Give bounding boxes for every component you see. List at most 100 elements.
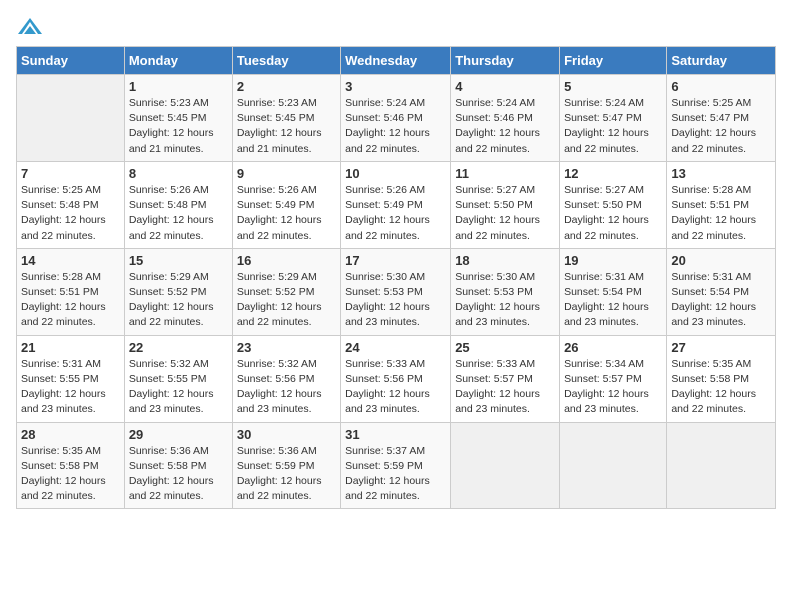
- calendar-cell: 2Sunrise: 5:23 AMSunset: 5:45 PMDaylight…: [232, 75, 340, 162]
- day-number: 28: [21, 427, 120, 442]
- calendar-cell: 14 Sunrise: 5:28 AMSunset: 5:51 PMDayligh…: [17, 248, 125, 335]
- day-number: 6: [671, 79, 771, 94]
- day-header: Saturday: [667, 47, 776, 75]
- calendar-cell: 31 Sunrise: 5:37 AMSunset: 5:59 PMDayligh…: [341, 422, 451, 509]
- calendar-cell: 11 Sunrise: 5:27 AMSunset: 5:50 PMDayligh…: [451, 161, 560, 248]
- day-number: 30: [237, 427, 336, 442]
- day-info: Sunrise: 5:25 AMSunset: 5:48 PMDaylight:…: [21, 183, 120, 244]
- day-info: Sunrise: 5:36 AMSunset: 5:59 PMDaylight:…: [237, 444, 336, 505]
- day-number: 25: [455, 340, 555, 355]
- day-info: Sunrise: 5:25 AMSunset: 5:47 PMDaylight:…: [671, 96, 771, 157]
- calendar-cell: 26 Sunrise: 5:34 AMSunset: 5:57 PMDayligh…: [560, 335, 667, 422]
- day-header: Wednesday: [341, 47, 451, 75]
- day-info: Sunrise: 5:27 AMSunset: 5:50 PMDaylight:…: [455, 183, 555, 244]
- calendar-cell: 28 Sunrise: 5:35 AMSunset: 5:58 PMDayligh…: [17, 422, 125, 509]
- day-info: Sunrise: 5:30 AMSunset: 5:53 PMDaylight:…: [455, 270, 555, 331]
- day-number: 20: [671, 253, 771, 268]
- calendar-cell: 13 Sunrise: 5:28 AMSunset: 5:51 PMDayligh…: [667, 161, 776, 248]
- calendar-cell: [560, 422, 667, 509]
- calendar-cell: 24 Sunrise: 5:33 AMSunset: 5:56 PMDayligh…: [341, 335, 451, 422]
- calendar-cell: 25 Sunrise: 5:33 AMSunset: 5:57 PMDayligh…: [451, 335, 560, 422]
- calendar-cell: [667, 422, 776, 509]
- calendar-cell: 27Sunrise: 5:35 AMSunset: 5:58 PMDayligh…: [667, 335, 776, 422]
- calendar-cell: 3Sunrise: 5:24 AMSunset: 5:46 PMDaylight…: [341, 75, 451, 162]
- day-header: Thursday: [451, 47, 560, 75]
- day-info: Sunrise: 5:23 AMSunset: 5:45 PMDaylight:…: [237, 96, 336, 157]
- day-info: Sunrise: 5:26 AMSunset: 5:48 PMDaylight:…: [129, 183, 228, 244]
- calendar-cell: 29Sunrise: 5:36 AMSunset: 5:58 PMDayligh…: [124, 422, 232, 509]
- day-info: Sunrise: 5:37 AMSunset: 5:59 PMDaylight:…: [345, 444, 446, 505]
- day-number: 19: [564, 253, 662, 268]
- day-number: 8: [129, 166, 228, 181]
- day-number: 4: [455, 79, 555, 94]
- day-number: 26: [564, 340, 662, 355]
- day-info: Sunrise: 5:35 AMSunset: 5:58 PMDaylight:…: [21, 444, 120, 505]
- day-info: Sunrise: 5:31 AMSunset: 5:54 PMDaylight:…: [564, 270, 662, 331]
- day-number: 1: [129, 79, 228, 94]
- day-number: 31: [345, 427, 446, 442]
- calendar-cell: [451, 422, 560, 509]
- day-info: Sunrise: 5:30 AMSunset: 5:53 PMDaylight:…: [345, 270, 446, 331]
- day-info: Sunrise: 5:32 AMSunset: 5:55 PMDaylight:…: [129, 357, 228, 418]
- day-info: Sunrise: 5:28 AMSunset: 5:51 PMDaylight:…: [671, 183, 771, 244]
- calendar-cell: 22 Sunrise: 5:32 AMSunset: 5:55 PMDayligh…: [124, 335, 232, 422]
- calendar-cell: 23Sunrise: 5:32 AMSunset: 5:56 PMDayligh…: [232, 335, 340, 422]
- logo-icon: [16, 16, 44, 38]
- day-info: Sunrise: 5:28 AMSunset: 5:51 PMDaylight:…: [21, 270, 120, 331]
- calendar-cell: 1 Sunrise: 5:23 AMSunset: 5:45 PMDaylight…: [124, 75, 232, 162]
- day-number: 10: [345, 166, 446, 181]
- page-header: [16, 16, 776, 38]
- calendar-cell: 4 Sunrise: 5:24 AMSunset: 5:46 PMDaylight…: [451, 75, 560, 162]
- day-number: 7: [21, 166, 120, 181]
- day-info: Sunrise: 5:31 AMSunset: 5:54 PMDaylight:…: [671, 270, 771, 331]
- day-number: 5: [564, 79, 662, 94]
- day-info: Sunrise: 5:33 AMSunset: 5:56 PMDaylight:…: [345, 357, 446, 418]
- calendar-week: 1 Sunrise: 5:23 AMSunset: 5:45 PMDaylight…: [17, 75, 776, 162]
- day-number: 24: [345, 340, 446, 355]
- day-info: Sunrise: 5:27 AMSunset: 5:50 PMDaylight:…: [564, 183, 662, 244]
- day-number: 21: [21, 340, 120, 355]
- logo: [16, 16, 48, 38]
- day-info: Sunrise: 5:24 AMSunset: 5:46 PMDaylight:…: [455, 96, 555, 157]
- calendar-cell: 16Sunrise: 5:29 AMSunset: 5:52 PMDayligh…: [232, 248, 340, 335]
- calendar-body: 1 Sunrise: 5:23 AMSunset: 5:45 PMDaylight…: [17, 75, 776, 509]
- calendar-cell: 5Sunrise: 5:24 AMSunset: 5:47 PMDaylight…: [560, 75, 667, 162]
- day-number: 17: [345, 253, 446, 268]
- calendar-header: SundayMondayTuesdayWednesdayThursdayFrid…: [17, 47, 776, 75]
- calendar-cell: 10 Sunrise: 5:26 AMSunset: 5:49 PMDayligh…: [341, 161, 451, 248]
- day-info: Sunrise: 5:26 AMSunset: 5:49 PMDaylight:…: [237, 183, 336, 244]
- day-number: 15: [129, 253, 228, 268]
- day-header: Tuesday: [232, 47, 340, 75]
- day-number: 11: [455, 166, 555, 181]
- day-info: Sunrise: 5:36 AMSunset: 5:58 PMDaylight:…: [129, 444, 228, 505]
- day-info: Sunrise: 5:34 AMSunset: 5:57 PMDaylight:…: [564, 357, 662, 418]
- calendar-cell: 18Sunrise: 5:30 AMSunset: 5:53 PMDayligh…: [451, 248, 560, 335]
- day-number: 27: [671, 340, 771, 355]
- calendar-cell: 20 Sunrise: 5:31 AMSunset: 5:54 PMDayligh…: [667, 248, 776, 335]
- calendar-table: SundayMondayTuesdayWednesdayThursdayFrid…: [16, 46, 776, 509]
- day-info: Sunrise: 5:29 AMSunset: 5:52 PMDaylight:…: [237, 270, 336, 331]
- day-info: Sunrise: 5:26 AMSunset: 5:49 PMDaylight:…: [345, 183, 446, 244]
- calendar-cell: 19 Sunrise: 5:31 AMSunset: 5:54 PMDayligh…: [560, 248, 667, 335]
- day-header: Friday: [560, 47, 667, 75]
- day-info: Sunrise: 5:33 AMSunset: 5:57 PMDaylight:…: [455, 357, 555, 418]
- day-number: 22: [129, 340, 228, 355]
- day-number: 12: [564, 166, 662, 181]
- calendar-cell: 9 Sunrise: 5:26 AMSunset: 5:49 PMDaylight…: [232, 161, 340, 248]
- day-info: Sunrise: 5:31 AMSunset: 5:55 PMDaylight:…: [21, 357, 120, 418]
- header-row: SundayMondayTuesdayWednesdayThursdayFrid…: [17, 47, 776, 75]
- day-number: 13: [671, 166, 771, 181]
- day-info: Sunrise: 5:23 AMSunset: 5:45 PMDaylight:…: [129, 96, 228, 157]
- calendar-cell: 15Sunrise: 5:29 AMSunset: 5:52 PMDayligh…: [124, 248, 232, 335]
- calendar-cell: 6 Sunrise: 5:25 AMSunset: 5:47 PMDaylight…: [667, 75, 776, 162]
- day-number: 9: [237, 166, 336, 181]
- day-number: 14: [21, 253, 120, 268]
- calendar-cell: 8 Sunrise: 5:26 AMSunset: 5:48 PMDaylight…: [124, 161, 232, 248]
- day-header: Monday: [124, 47, 232, 75]
- calendar-week: 14 Sunrise: 5:28 AMSunset: 5:51 PMDayligh…: [17, 248, 776, 335]
- day-number: 23: [237, 340, 336, 355]
- calendar-cell: 30 Sunrise: 5:36 AMSunset: 5:59 PMDayligh…: [232, 422, 340, 509]
- calendar-cell: 21 Sunrise: 5:31 AMSunset: 5:55 PMDayligh…: [17, 335, 125, 422]
- calendar-week: 21 Sunrise: 5:31 AMSunset: 5:55 PMDayligh…: [17, 335, 776, 422]
- calendar-cell: 17 Sunrise: 5:30 AMSunset: 5:53 PMDayligh…: [341, 248, 451, 335]
